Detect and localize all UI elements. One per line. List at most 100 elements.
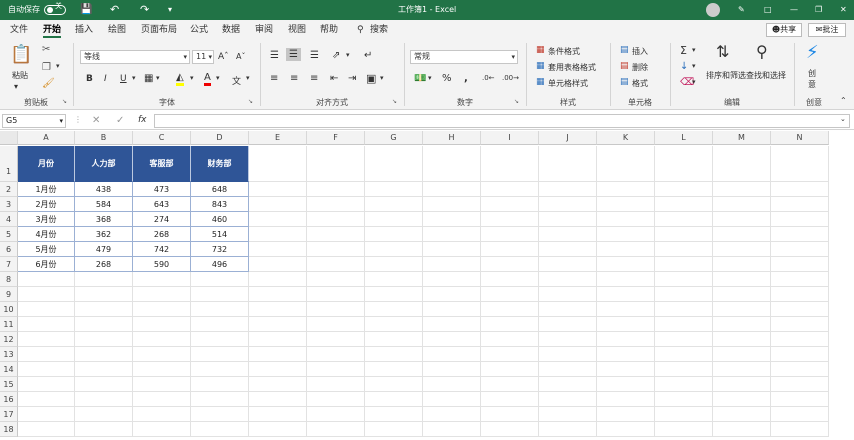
tab-formulas[interactable]: 公式 — [190, 20, 208, 40]
cell[interactable] — [539, 272, 597, 287]
increase-font-icon[interactable]: Aˆ — [218, 52, 229, 62]
restore-icon[interactable]: ❐ — [815, 0, 822, 20]
table-data-cell[interactable]: 590 — [133, 257, 191, 272]
percent-icon[interactable]: % — [442, 73, 452, 84]
cell[interactable] — [597, 377, 655, 392]
cell[interactable] — [365, 302, 423, 317]
cell[interactable] — [655, 347, 713, 362]
cell[interactable] — [423, 317, 481, 332]
cell[interactable] — [423, 242, 481, 257]
table-data-cell[interactable]: 742 — [133, 242, 191, 257]
cell[interactable] — [481, 302, 539, 317]
fill-dropdown-icon[interactable]: ▾ — [190, 74, 194, 82]
cell[interactable] — [597, 257, 655, 272]
cell[interactable] — [771, 347, 829, 362]
table-data-cell[interactable]: 368 — [75, 212, 133, 227]
cell[interactable] — [597, 272, 655, 287]
worksheet-grid[interactable]: ABCDEFGHIJKLMN 1 2 3 4 5 6 7 8 9 10 11 12 13 14 15 16 17… — [0, 131, 854, 440]
cell[interactable] — [191, 347, 249, 362]
cell[interactable] — [481, 212, 539, 227]
cell[interactable] — [249, 377, 307, 392]
tab-file[interactable]: 文件 — [10, 20, 28, 40]
cell[interactable] — [307, 212, 365, 227]
italic-icon[interactable]: I — [104, 74, 107, 84]
row-header[interactable]: 6 — [0, 242, 18, 257]
cell[interactable] — [249, 422, 307, 437]
column-header[interactable]: L — [655, 131, 713, 145]
cell[interactable] — [481, 227, 539, 242]
cell[interactable] — [365, 212, 423, 227]
cell[interactable] — [307, 182, 365, 197]
cell[interactable] — [655, 257, 713, 272]
cell[interactable] — [597, 392, 655, 407]
cell[interactable] — [365, 146, 423, 182]
cell[interactable] — [655, 197, 713, 212]
table-header-cell[interactable]: 客服部 — [133, 146, 191, 182]
search-icon[interactable]: ⚲ — [357, 20, 364, 40]
cell[interactable] — [423, 377, 481, 392]
row-header[interactable]: 8 — [0, 272, 18, 287]
cell[interactable] — [539, 212, 597, 227]
cell[interactable] — [365, 332, 423, 347]
cell[interactable] — [655, 146, 713, 182]
cell[interactable] — [75, 287, 133, 302]
merge-dropdown-icon[interactable]: ▾ — [380, 74, 384, 82]
cell[interactable] — [655, 272, 713, 287]
table-data-cell[interactable]: 6月份 — [18, 257, 75, 272]
cell[interactable] — [655, 212, 713, 227]
cell[interactable] — [713, 197, 771, 212]
cell[interactable] — [539, 227, 597, 242]
cell[interactable] — [423, 287, 481, 302]
table-data-cell[interactable]: 479 — [75, 242, 133, 257]
enter-icon[interactable]: ✓ — [116, 115, 124, 126]
column-header[interactable]: N — [771, 131, 829, 145]
clear-dropdown-icon[interactable]: ▾ — [692, 78, 696, 86]
cell[interactable] — [249, 227, 307, 242]
cell[interactable] — [423, 257, 481, 272]
cell[interactable] — [18, 272, 75, 287]
cell[interactable] — [365, 422, 423, 437]
cell[interactable] — [713, 287, 771, 302]
table-data-cell[interactable]: 274 — [133, 212, 191, 227]
cancel-icon[interactable]: ✕ — [92, 115, 100, 126]
row-header[interactable]: 1 — [0, 146, 18, 182]
cell[interactable] — [18, 317, 75, 332]
cell[interactable] — [597, 146, 655, 182]
cell[interactable] — [423, 422, 481, 437]
decrease-decimal-icon[interactable]: .00→ — [502, 74, 519, 82]
expand-formula-icon[interactable]: ⌄ — [840, 115, 846, 123]
align-top-icon[interactable]: ☰ — [270, 50, 279, 61]
cell[interactable] — [307, 302, 365, 317]
cell[interactable] — [771, 227, 829, 242]
align-right-icon[interactable]: ≡ — [310, 73, 318, 84]
fill-icon[interactable]: ↓ — [680, 61, 688, 72]
cell[interactable] — [18, 422, 75, 437]
cell[interactable] — [771, 197, 829, 212]
cell[interactable] — [771, 362, 829, 377]
cell[interactable] — [75, 392, 133, 407]
currency-dropdown-icon[interactable]: ▾ — [428, 74, 432, 82]
table-header-cell[interactable]: 人力部 — [75, 146, 133, 182]
paste-button[interactable]: 粘贴 — [12, 70, 28, 81]
cell[interactable] — [133, 362, 191, 377]
phonetic-icon[interactable]: 文 — [232, 74, 241, 87]
cell[interactable] — [133, 407, 191, 422]
cell[interactable] — [191, 407, 249, 422]
column-header[interactable]: M — [713, 131, 771, 145]
cell[interactable] — [365, 392, 423, 407]
tab-page-layout[interactable]: 页面布局 — [141, 20, 177, 40]
copy-icon[interactable]: ❐ — [42, 62, 51, 73]
cell[interactable] — [133, 272, 191, 287]
cell[interactable] — [423, 146, 481, 182]
column-header[interactable]: H — [423, 131, 481, 145]
row-header[interactable]: 14 — [0, 362, 18, 377]
cell[interactable] — [481, 392, 539, 407]
cell[interactable] — [597, 242, 655, 257]
tab-draw[interactable]: 绘图 — [108, 20, 126, 40]
cell[interactable] — [539, 197, 597, 212]
close-icon[interactable]: ✕ — [840, 0, 847, 20]
phonetic-dropdown-icon[interactable]: ▾ — [246, 74, 250, 82]
cell[interactable] — [655, 227, 713, 242]
cell[interactable] — [771, 392, 829, 407]
cell[interactable] — [771, 272, 829, 287]
